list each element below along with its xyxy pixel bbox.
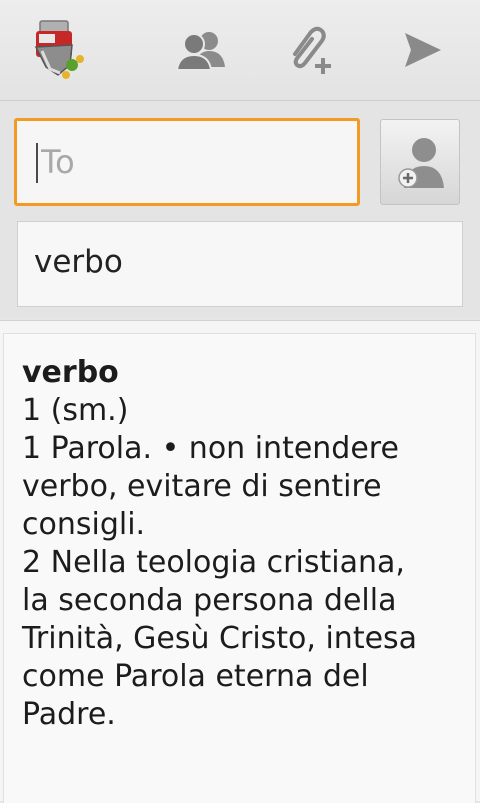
add-contact-icon [398,138,444,188]
subject-field[interactable]: verbo [17,221,463,307]
send-icon[interactable] [392,0,454,100]
message-body-area: verbo 1 (sm.) 1 Parola. • non intendere … [0,320,480,803]
attach-plus-icon[interactable] [280,0,342,100]
to-input[interactable] [37,131,341,193]
message-text: verbo 1 (sm.) 1 Parola. • non intendere … [22,354,462,734]
to-field[interactable] [14,118,360,206]
definition-line: 1 Parola. • non intendere [22,431,399,466]
definition-line: 2 Nella teologia cristiana, [22,545,405,580]
contacts-icon[interactable] [168,0,234,100]
definition-line: verbo, evitare di sentire [22,469,382,504]
definition-line: 1 (sm.) [22,393,129,428]
dictionary-app-icon[interactable] [22,0,92,100]
definition-line: Padre. [22,697,116,732]
subject-text: verbo [34,244,123,280]
headword: verbo [22,355,119,390]
action-bar [0,0,480,101]
message-body-field[interactable]: verbo 1 (sm.) 1 Parola. • non intendere … [3,333,476,803]
definition-line: Trinità, Gesù Cristo, intesa [22,621,418,656]
add-contact-button[interactable] [380,119,460,205]
compose-panel: verbo [0,101,480,319]
definition-line: consigli. [22,507,146,542]
definition-line: la seconda persona della [22,583,397,618]
definition-line: come Parola eterna del [22,659,369,694]
